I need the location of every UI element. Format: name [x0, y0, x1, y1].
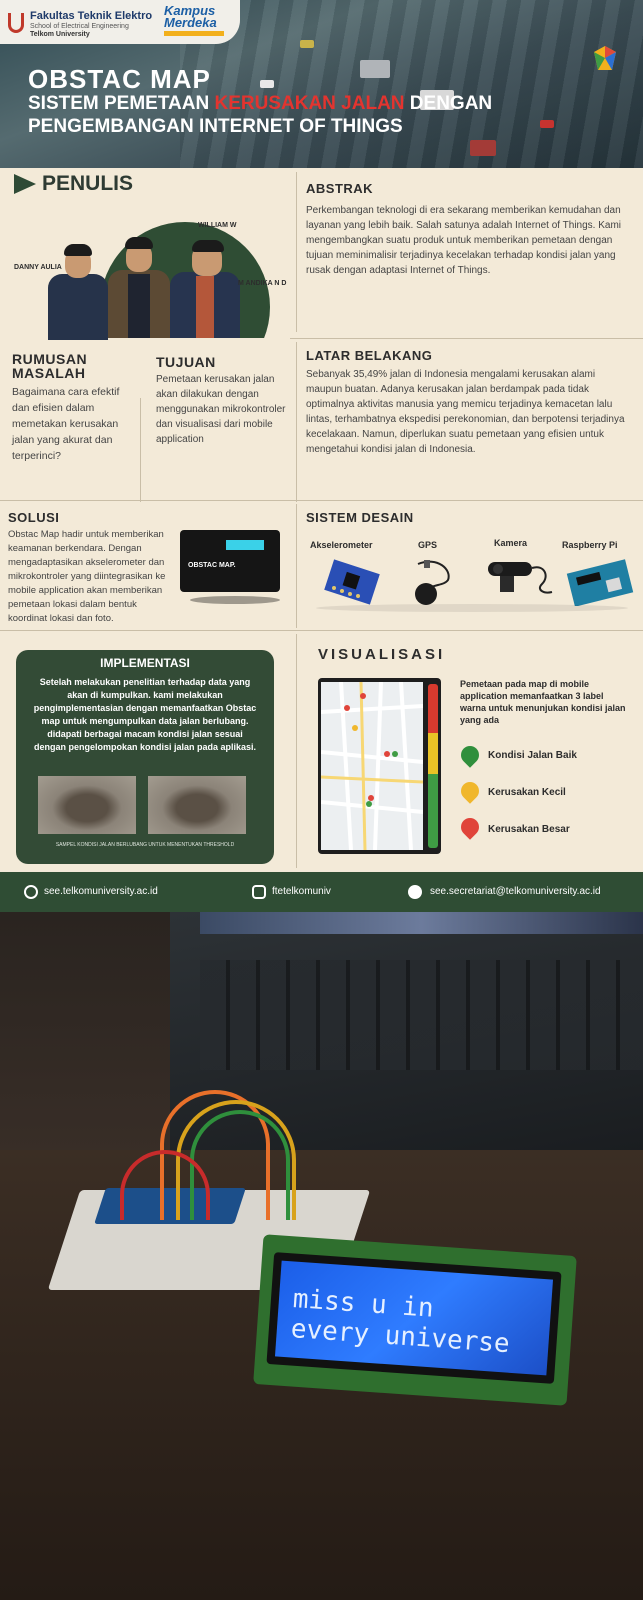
legend-label: Kerusakan Besar [488, 824, 570, 835]
accelerometer-icon [324, 559, 380, 605]
implementasi-caption: SAMPEL KONDISI JALAN BERLUBANG UNTUK MEN… [55, 842, 235, 848]
mail-icon [408, 885, 422, 899]
component-label: Raspberry Pi [562, 540, 618, 550]
logo-university-text: Telkom University [30, 31, 90, 38]
author-name: DANNY AULIA [14, 264, 62, 271]
arrow-icon [14, 174, 36, 194]
raspberry-pi-icon [566, 559, 634, 606]
map-app-icon [594, 46, 616, 70]
page-subtitle-line1: SISTEM PEMETAAN KERUSAKAN JALAN DENGAN [28, 93, 493, 114]
obstac-device-image: OBSTAC MAP. [180, 530, 280, 592]
solusi-text: Obstac Map hadir untuk memberikan keaman… [8, 529, 166, 624]
instagram-icon [252, 885, 266, 899]
website-link[interactable]: see.telkomuniversity.ac.id [44, 886, 158, 897]
component-label: Akselerometer [310, 540, 373, 550]
latar-title: LATAR BELAKANG [306, 348, 433, 363]
visualisasi-title: VISUALISASI [318, 646, 446, 663]
abstrak-title: ABSTRAK [306, 181, 374, 196]
page-title: OBSTAC MAP [28, 64, 211, 94]
instagram-link[interactable]: ftetelkomuniv [272, 886, 331, 897]
divider [0, 500, 643, 501]
abstrak-text: Perkembangan teknologi di era sekarang m… [306, 205, 622, 276]
rumusan-title: RUMUSAN MASALAH [12, 351, 88, 381]
red-pin-icon [457, 814, 483, 840]
rumusan-text: Bagaimana cara efektif dan efisien dalam… [12, 386, 120, 462]
severity-bar [428, 684, 438, 848]
component-label: Kamera [494, 538, 528, 548]
pothole-photo-1 [38, 776, 136, 834]
latar-text: Sebanyak 35,49% jalan di Indonesia menga… [306, 369, 625, 455]
legend-label: Kondisi Jalan Baik [488, 750, 577, 761]
telkom-logo-icon [8, 13, 24, 33]
sistem-title: SISTEM DESAIN [306, 510, 414, 525]
component-label: GPS [418, 540, 438, 550]
yellow-pin-icon [457, 778, 483, 804]
pothole-photo-2 [148, 776, 246, 834]
legend-label: Kerusakan Kecil [488, 787, 566, 798]
map-view [321, 682, 423, 850]
divider [296, 504, 297, 628]
implementasi-title: IMPLEMENTASI [100, 656, 190, 670]
divider [296, 342, 297, 502]
author-name: M ANDIKA N D [238, 280, 287, 287]
page-subtitle-line2: PENGEMBANGAN INTERNET OF THINGS [28, 116, 403, 137]
solusi-title: SOLUSI [8, 510, 60, 525]
tujuan-title: TUJUAN [156, 354, 216, 370]
implementasi-text: Setelah melakukan penelitian terhadap da… [33, 677, 257, 752]
camera-icon [488, 562, 553, 594]
logo-fte-text: Fakultas Teknik Elektro [30, 10, 153, 22]
gps-icon [415, 560, 450, 605]
visualisasi-text: Pemetaan pada map di mobile application … [460, 679, 626, 725]
kampus-merdeka-logo: Kampus Merdeka [164, 4, 240, 36]
tujuan-text: Pemetaan kerusakan jalan akan dilakukan … [156, 374, 286, 445]
penulis-title: PENULIS [42, 172, 134, 195]
logo-bar: Fakultas Teknik Elektro School of Electr… [0, 0, 240, 44]
divider [296, 634, 297, 868]
globe-icon [24, 885, 38, 899]
author-name: WILLIAM W [198, 222, 237, 229]
divider [296, 172, 297, 332]
email-link[interactable]: see.secretariat@telkomuniversity.ac.id [430, 886, 601, 897]
logo-school-text: School of Electrical Engineering [30, 23, 129, 30]
green-pin-icon [457, 742, 483, 768]
divider [0, 630, 643, 631]
keyboard-image [200, 960, 643, 1070]
